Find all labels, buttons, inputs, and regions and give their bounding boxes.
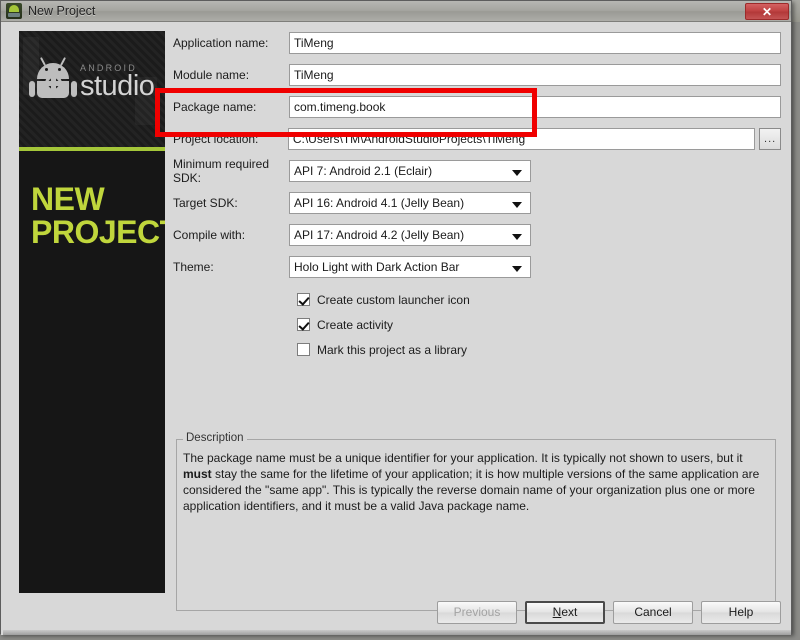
checkbox-create-custom-launcher-icon[interactable]: Create custom launcher icon xyxy=(297,287,781,312)
field-row-theme: Theme: Holo Light with Dark Action Bar xyxy=(173,255,781,279)
label-project-location: Project location: xyxy=(173,132,259,146)
label-application-name: Application name: xyxy=(173,36,269,50)
banner-heading-line2: PROJECT xyxy=(31,214,165,250)
next-label-rest: ext xyxy=(561,605,578,619)
theme-select[interactable]: Holo Light with Dark Action Bar xyxy=(289,256,531,278)
banner-heading: NEW PROJECT xyxy=(31,183,165,249)
field-row-minimum-sdk: Minimum required SDK: API 7: Android 2.1… xyxy=(173,157,781,185)
checkbox-box-launcher-icon[interactable] xyxy=(297,293,310,306)
compile-with-select[interactable]: API 17: Android 4.2 (Jelly Bean) xyxy=(289,224,531,246)
dialog-content: ANDROID studio NEW PROJECT Application n… xyxy=(1,22,791,635)
module-name-input[interactable]: TiMeng xyxy=(289,64,781,86)
description-group: Description The package name must be a u… xyxy=(176,432,776,611)
field-row-package-name: Package name: com.timeng.book xyxy=(173,95,781,119)
checkbox-label-create-activity: Create activity xyxy=(317,317,394,332)
android-studio-icon xyxy=(6,3,22,19)
chevron-down-icon xyxy=(512,266,522,272)
minimum-sdk-select[interactable]: API 7: Android 2.1 (Eclair) xyxy=(289,160,531,182)
options-checkbox-group: Create custom launcher icon Create activ… xyxy=(173,287,781,362)
package-name-input[interactable]: com.timeng.book xyxy=(289,96,781,118)
description-text-part2: stay the same for the lifetime of your a… xyxy=(183,467,760,513)
next-mnemonic: N xyxy=(552,605,562,619)
theme-value: Holo Light with Dark Action Bar xyxy=(294,260,460,274)
android-robot-icon xyxy=(29,57,77,101)
checkbox-label-mark-as-library: Mark this project as a library xyxy=(317,342,468,357)
label-compile-with: Compile with: xyxy=(173,228,246,242)
target-sdk-select[interactable]: API 16: Android 4.1 (Jelly Bean) xyxy=(289,192,531,214)
checkbox-label-launcher-icon: Create custom launcher icon xyxy=(317,292,470,307)
description-bold-word: must xyxy=(183,467,212,481)
field-row-project-location: Project location: C:\Users\TM\AndroidStu… xyxy=(173,127,781,151)
checkbox-create-activity[interactable]: Create activity xyxy=(297,312,781,337)
chevron-down-icon xyxy=(512,170,522,176)
application-name-input[interactable]: TiMeng xyxy=(289,32,781,54)
dialog-titlebar: New Project ✕ xyxy=(1,1,791,22)
label-module-name: Module name: xyxy=(173,68,250,82)
dialog-footer: Previous Next Cancel Help xyxy=(1,595,793,629)
checkbox-box-create-activity[interactable] xyxy=(297,318,310,331)
chevron-down-icon xyxy=(512,234,522,240)
previous-button: Previous xyxy=(437,600,517,624)
description-text-part1: The package name must be a unique identi… xyxy=(183,451,743,465)
banner-heading-line1: NEW xyxy=(31,181,105,217)
banner-logo-area: ANDROID studio xyxy=(19,31,165,147)
field-row-target-sdk: Target SDK: API 16: Android 4.1 (Jelly B… xyxy=(173,191,781,215)
target-sdk-value: API 16: Android 4.1 (Jelly Bean) xyxy=(294,196,465,210)
help-button[interactable]: Help xyxy=(701,600,781,624)
field-row-compile-with: Compile with: API 17: Android 4.2 (Jelly… xyxy=(173,223,781,247)
dialog-title: New Project xyxy=(28,4,96,18)
wizard-banner: ANDROID studio NEW PROJECT xyxy=(19,31,165,593)
new-project-dialog: New Project ✕ ANDROID studio NEW PROJECT… xyxy=(0,0,792,635)
project-location-input[interactable]: C:\Users\TM\AndroidStudioProjects\TiMeng xyxy=(287,128,756,150)
project-form: Application name: TiMeng Module name: Ti… xyxy=(173,31,781,362)
label-minimum-sdk: Minimum required SDK: xyxy=(173,157,270,185)
label-theme: Theme: xyxy=(173,260,214,274)
cancel-button[interactable]: Cancel xyxy=(613,600,693,624)
label-package-name: Package name: xyxy=(173,100,257,114)
checkbox-box-mark-as-library[interactable] xyxy=(297,343,310,356)
close-icon[interactable]: ✕ xyxy=(745,3,789,20)
minimum-sdk-value: API 7: Android 2.1 (Eclair) xyxy=(294,164,433,178)
browse-folder-button[interactable]: ... xyxy=(759,128,781,150)
checkbox-mark-as-library[interactable]: Mark this project as a library xyxy=(297,337,781,362)
logo-product-text: studio xyxy=(80,70,155,102)
chevron-down-icon xyxy=(512,202,522,208)
next-button[interactable]: Next xyxy=(525,600,605,624)
description-title: Description xyxy=(183,432,247,444)
description-text: The package name must be a unique identi… xyxy=(177,440,775,514)
compile-with-value: API 17: Android 4.2 (Jelly Bean) xyxy=(294,228,465,242)
field-row-module-name: Module name: TiMeng xyxy=(173,63,781,87)
banner-heading-area: NEW PROJECT xyxy=(19,151,165,593)
dialog-bottom-edge xyxy=(3,630,791,635)
field-row-application-name: Application name: TiMeng xyxy=(173,31,781,55)
label-target-sdk: Target SDK: xyxy=(173,196,238,210)
screen: New Project ✕ ANDROID studio NEW PROJECT… xyxy=(0,0,800,640)
